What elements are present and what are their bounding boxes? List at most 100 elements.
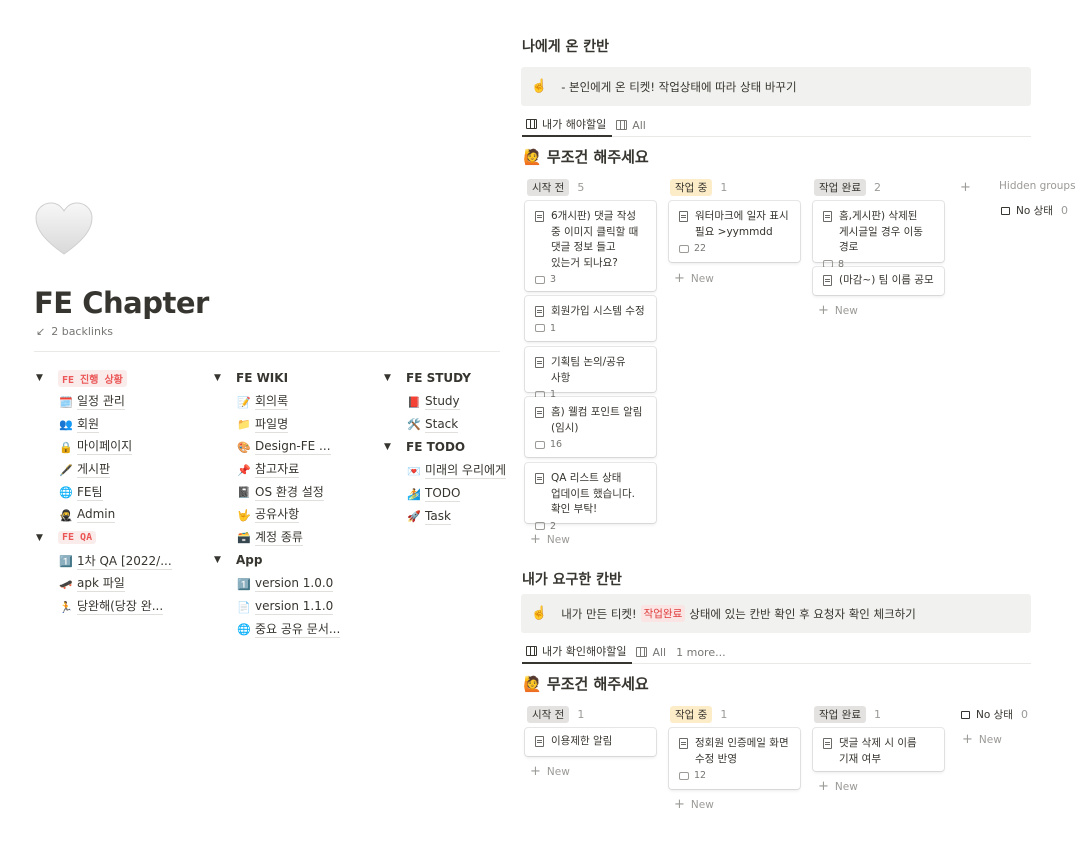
view-tabs: 내가 해야할일 All [522,113,1031,137]
caret-down-icon[interactable]: ▼ [36,373,50,383]
plus-icon: + [818,303,829,318]
inbox-icon [1001,206,1010,215]
kanban-card[interactable]: 워터마크에 일자 표시 필요 >yymmdd 22 [669,201,800,262]
kanban-card[interactable]: 회원가입 시스템 수정 1 [525,296,656,341]
caret-down-icon[interactable]: ▼ [36,533,50,543]
page-link[interactable]: 📓 OS 환경 설정 [214,481,340,504]
pin-icon: 📌 [237,463,251,477]
divider [34,351,500,352]
kanban-card[interactable]: 기획팀 논의/공유 사항 1 [525,347,656,400]
page-link-label: 1차 QA [2022/... [77,553,172,570]
toggle-fe-todo[interactable]: ▼ FE TODO [384,438,506,456]
column-header[interactable]: 시작 전 1 [527,705,584,723]
runner-icon: 🏃 [59,600,73,614]
caret-down-icon[interactable]: ▼ [384,442,398,452]
caret-down-icon[interactable]: ▼ [214,373,228,383]
page-link[interactable]: 🌐 FE팀 [36,481,172,504]
column-header[interactable]: 작업 중 1 [670,705,727,723]
document-icon: 📄 [237,600,251,614]
page-link[interactable]: 🤟 공유사항 [214,504,340,527]
backlinks-link[interactable]: ↙ 2 backlinks [36,325,113,338]
tab-table-view[interactable]: All [612,113,652,137]
caret-down-icon[interactable]: ▼ [214,555,228,565]
page-link-label: Task [425,508,451,525]
kanban-card[interactable]: 홈) 웰컴 포인트 알림(임시) 16 [525,397,656,457]
plus-icon: + [674,797,685,812]
add-group-button[interactable]: + [960,179,971,195]
rock-hand-icon: 🤟 [237,508,251,522]
kanban-card[interactable]: 이용제한 알림 [525,728,656,756]
kanban-card[interactable]: (마감~) 팀 이름 공모 [813,267,944,295]
new-card-button[interactable]: + New [530,764,570,779]
page-link[interactable]: 🛹 apk 파일 [36,573,172,596]
page-link[interactable]: 📝 회의록 [214,391,340,414]
tab-label: All [652,645,667,659]
toggle-fe-qa[interactable]: ▼ FE QA [36,529,172,547]
page-link[interactable]: 🔒 마이페이지 [36,436,172,459]
page-link[interactable]: 👥 회원 [36,414,172,437]
tab-label: 내가 해야할일 [542,118,607,131]
page-link[interactable]: 🏄 TODO [384,483,506,506]
page-link[interactable]: 📄 version 1.1.0 [214,596,340,619]
tab-board-view[interactable]: 내가 확인해야할일 [522,640,633,664]
page-link[interactable]: 📌 참고자료 [214,459,340,482]
new-card-button[interactable]: + New [962,732,1002,747]
hidden-group-no-status[interactable]: No 상태 0 [1001,203,1068,218]
new-card-button[interactable]: + New [674,797,714,812]
new-card-button[interactable]: + New [818,303,858,318]
page-link[interactable]: 🚀 Task [384,505,506,528]
page-link[interactable]: 📕 Study [384,391,506,414]
page-link[interactable]: 1️⃣ 1차 QA [2022/... [36,551,172,574]
white-heart-icon [35,202,93,255]
page-link[interactable]: 🖋️ 게시판 [36,459,172,482]
column-header[interactable]: 작업 완료 2 [814,178,881,196]
backlink-arrow-icon: ↙ [36,325,46,338]
page-link-label: 파일명 [255,416,289,433]
tree-column-1: ▼ FE 진행 상황 🗓️ 일정 관리 👥 회원 🔒 마이페이지 🖋️ 게시판 🌐 FE팀… [36,369,172,618]
folder-icon: 📁 [237,418,251,432]
column-header[interactable]: 시작 전 5 [527,178,584,196]
page-link[interactable]: 🗃️ 계정 종류 [214,527,340,550]
card-title: 정회원 인증메일 화면 수정 반영 [695,737,789,765]
column-header[interactable]: 작업 중 1 [670,178,727,196]
toggle-fe-wiki[interactable]: ▼ FE WIKI [214,369,340,387]
kanban-card[interactable]: QA 리스트 상태 업데이트 했습니다. 확인 부탁! 2 [525,463,656,532]
toggle-fe-progress[interactable]: ▼ FE 진행 상황 [36,369,172,387]
tab-more-views[interactable]: 1 more... [672,640,731,664]
column-header[interactable]: 작업 완료 1 [814,705,881,723]
new-card-button[interactable]: + New [674,271,714,286]
kanban-card[interactable]: 댓글 삭제 시 이름 기재 여부 [813,728,944,771]
page-link[interactable]: 🌐 중요 공유 문서... [214,618,341,641]
tab-label: 내가 확인해야할일 [542,645,627,658]
toggle-fe-study[interactable]: ▼ FE STUDY [384,369,506,387]
tab-table-view[interactable]: All [632,640,672,664]
page-link[interactable]: 💌 미래의 우리에게 [384,460,507,483]
page-link[interactable]: 🎨 Design-FE ... [214,436,340,459]
page-link[interactable]: 🥷 Admin [36,504,172,527]
page-link[interactable]: 📁 파일명 [214,414,340,437]
toggle-app[interactable]: ▼ App [214,551,340,569]
document-icon [535,473,544,484]
new-card-button[interactable]: + New [818,779,858,794]
rocket-icon: 🚀 [407,510,421,524]
document-icon [679,738,688,749]
caret-down-icon[interactable]: ▼ [384,373,398,383]
page-link-label: 마이페이지 [77,439,133,456]
page-link[interactable]: 1️⃣ version 1.0.0 [214,573,340,596]
tab-label: All [632,118,646,132]
page-link[interactable]: 🛠️ Stack [384,414,506,437]
kanban-card[interactable]: 6개시판) 댓글 작성 중 이미지 클릭할 때 댓글 정보 들고 있는거 되나요… [525,201,656,291]
kanban-card[interactable]: 정회원 인증메일 화면 수정 반영 12 [669,728,800,789]
tab-board-view[interactable]: 내가 해야할일 [522,113,613,137]
page-link[interactable]: 🏃 당완해(당장 완... [36,596,172,619]
comment-count: 1 [535,323,647,334]
plus-icon: + [674,271,685,286]
kanban-card[interactable]: 홈,게시판) 삭제된 게시글일 경우 이동 경로 8 [813,201,944,270]
new-card-button[interactable]: + New [530,532,570,547]
column-header-no-status[interactable]: No 상태 0 [961,707,1028,722]
page-link[interactable]: 🗓️ 일정 관리 [36,391,172,414]
page-link-label: FE팀 [77,484,103,501]
page-link-label: 당완해(당장 완... [77,599,164,616]
plus-icon: + [530,764,541,779]
comment-count-value: 12 [694,770,707,781]
